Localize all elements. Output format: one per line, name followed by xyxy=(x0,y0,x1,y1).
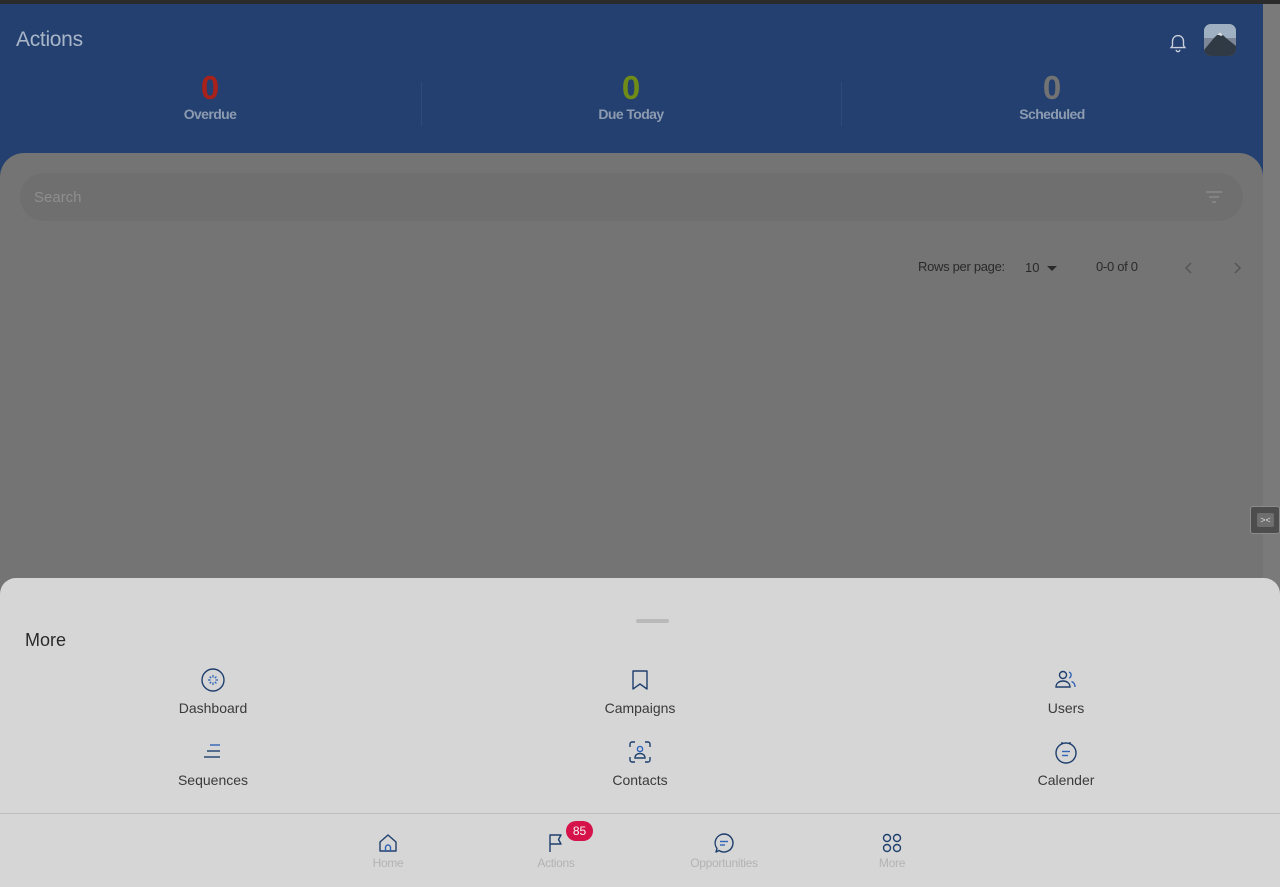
bookmark-icon xyxy=(632,670,648,690)
chevron-right-icon[interactable] xyxy=(1227,258,1247,278)
more-item-label: Campaigns xyxy=(604,700,676,716)
code-icon: >< xyxy=(1257,513,1274,527)
contacts-icon xyxy=(629,741,651,763)
more-item-sequences[interactable]: Sequences xyxy=(143,739,283,795)
chat-icon xyxy=(714,833,734,853)
rows-per-page-select[interactable]: 10 xyxy=(1025,260,1059,278)
caret-down-icon xyxy=(1047,266,1057,271)
actions-count-badge: 85 xyxy=(566,821,593,841)
more-item-label: Users xyxy=(1047,700,1085,716)
sheet-title: More xyxy=(25,630,67,650)
more-item-calender[interactable]: Calender xyxy=(996,739,1136,795)
nav-label: Home xyxy=(372,856,404,870)
overdue-count: 0 xyxy=(200,69,220,106)
bottom-navigation: Home Actions Opportunities More xyxy=(0,813,1280,887)
dashboard-icon xyxy=(201,668,225,692)
more-item-label: Sequences xyxy=(177,772,249,788)
more-item-label: Contacts xyxy=(612,772,668,788)
bell-icon[interactable] xyxy=(1167,31,1189,53)
rows-per-page-label: Rows per page: xyxy=(918,259,1005,274)
more-bottom-sheet: More Dashboard Campaigns Users Sequences… xyxy=(0,578,1280,814)
stat-divider xyxy=(841,82,842,126)
flag-icon xyxy=(549,834,562,852)
stat-overdue[interactable]: 0 Overdue xyxy=(110,69,310,123)
due-today-count: 0 xyxy=(621,69,641,106)
more-item-users[interactable]: Users xyxy=(996,667,1136,723)
nav-home[interactable]: Home xyxy=(333,832,443,876)
due-today-label: Due Today xyxy=(598,106,664,122)
stat-divider xyxy=(421,82,422,126)
more-item-dashboard[interactable]: Dashboard xyxy=(143,667,283,723)
more-item-label: Calender xyxy=(1037,772,1095,788)
nav-actions[interactable]: Actions xyxy=(501,832,611,876)
sequences-icon xyxy=(204,744,220,758)
more-item-campaigns[interactable]: Campaigns xyxy=(570,667,710,723)
users-icon xyxy=(1055,670,1076,688)
support-widget-button[interactable]: >< xyxy=(1250,506,1280,534)
more-item-label: Dashboard xyxy=(178,700,248,716)
more-item-contacts[interactable]: Contacts xyxy=(570,739,710,795)
nav-label: More xyxy=(878,856,906,870)
filter-icon[interactable] xyxy=(1204,189,1224,205)
overdue-label: Overdue xyxy=(183,106,237,122)
nav-more[interactable]: More xyxy=(837,832,947,876)
page-title: Actions xyxy=(16,28,83,51)
nav-label: Actions xyxy=(537,856,575,870)
chevron-left-icon[interactable] xyxy=(1179,258,1199,278)
nav-opportunities[interactable]: Opportunities xyxy=(669,832,779,876)
search-bar xyxy=(20,173,1243,221)
grid-icon xyxy=(882,833,902,853)
scheduled-label: Scheduled xyxy=(1019,106,1085,122)
stat-scheduled[interactable]: 0 Scheduled xyxy=(952,69,1152,123)
sheet-drag-handle[interactable] xyxy=(636,619,669,623)
home-icon xyxy=(379,834,397,852)
nav-label: Opportunities xyxy=(690,856,758,870)
scheduled-count: 0 xyxy=(1042,69,1062,106)
search-input[interactable] xyxy=(34,185,1184,209)
avatar[interactable] xyxy=(1204,24,1236,56)
rows-per-page-value: 10 xyxy=(1025,260,1040,275)
stat-due-today[interactable]: 0 Due Today xyxy=(531,69,731,123)
pagination-range: 0-0 of 0 xyxy=(1096,259,1138,274)
calendar-icon xyxy=(1055,742,1077,764)
actions-content: Rows per page: 10 0-0 of 0 xyxy=(0,153,1263,593)
